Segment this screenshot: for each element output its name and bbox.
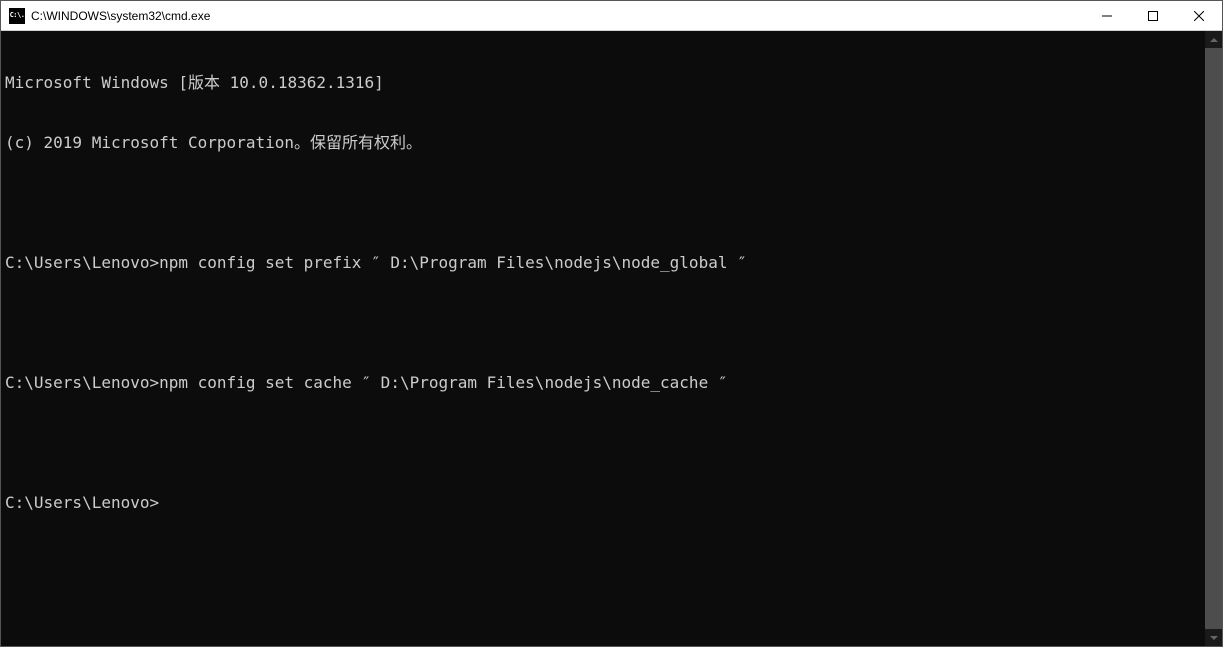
close-icon [1194,11,1204,21]
scroll-thumb[interactable] [1205,48,1222,629]
terminal-line: Microsoft Windows [版本 10.0.18362.1316] [5,73,1201,93]
cmd-icon-text: C:\. [10,12,25,19]
maximize-icon [1148,11,1158,21]
terminal-line: C:\Users\Lenovo>npm config set prefix ″ … [5,253,1201,273]
minimize-button[interactable] [1084,1,1130,30]
scroll-up-arrow-icon[interactable] [1205,31,1222,48]
terminal-output[interactable]: Microsoft Windows [版本 10.0.18362.1316] (… [1,31,1205,646]
terminal-line: C:\Users\Lenovo>npm config set cache ″ D… [5,373,1201,393]
terminal-line [5,193,1201,213]
minimize-icon [1102,11,1112,21]
maximize-button[interactable] [1130,1,1176,30]
terminal-prompt-line: C:\Users\Lenovo> [5,493,1201,513]
vertical-scrollbar[interactable] [1205,31,1222,646]
cmd-icon: C:\. [9,8,25,24]
titlebar[interactable]: C:\. C:\WINDOWS\system32\cmd.exe [1,1,1222,31]
window-title: C:\WINDOWS\system32\cmd.exe [31,9,1084,23]
window-controls [1084,1,1222,30]
terminal-line [5,433,1201,453]
terminal-line: (c) 2019 Microsoft Corporation。保留所有权利。 [5,133,1201,153]
cmd-window: C:\. C:\WINDOWS\system32\cmd.exe Microso… [0,0,1223,647]
scroll-down-arrow-icon[interactable] [1205,629,1222,646]
terminal-line [5,313,1201,333]
close-button[interactable] [1176,1,1222,30]
content-area: Microsoft Windows [版本 10.0.18362.1316] (… [1,31,1222,646]
